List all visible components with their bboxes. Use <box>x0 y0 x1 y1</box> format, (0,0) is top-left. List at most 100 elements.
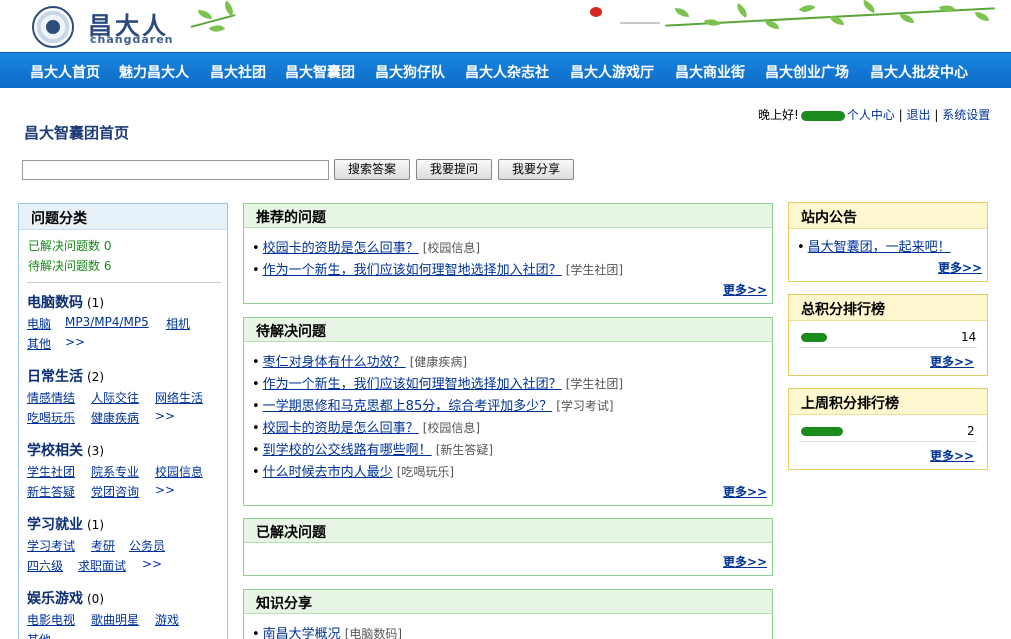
subcategory-link[interactable]: 健康疾病 <box>91 409 139 426</box>
question-link[interactable]: 校园卡的资助是怎么回事？ <box>263 421 419 436</box>
announcement-row: • 昌大智囊团，一起来吧！ <box>797 236 951 255</box>
question-row: • 到学校的公交线路有哪些啊！ [新生答疑] <box>252 439 493 458</box>
category-more-link[interactable]: >> <box>65 335 85 349</box>
nav-think-tank[interactable]: 昌大智囊团 <box>285 62 355 82</box>
subcategory-link[interactable]: 求职面试 <box>78 557 126 574</box>
leaf-decoration <box>675 8 689 17</box>
more-link[interactable]: 更多>> <box>930 447 974 464</box>
subcategory-link[interactable]: 校园信息 <box>155 463 203 480</box>
category-name: 学习就业 <box>27 517 83 533</box>
subcategory-link[interactable]: MP3/MP4/MP5 <box>65 315 149 329</box>
question-link[interactable]: 枣仁对身体有什么功效？ <box>263 355 406 370</box>
profile-link[interactable]: 个人中心 <box>847 108 895 122</box>
question-link[interactable]: 什么时候去市内人最少 <box>263 465 393 480</box>
subcategory-link[interactable]: 新生答疑 <box>27 483 75 500</box>
masked-username <box>801 333 827 342</box>
subcategory-link[interactable]: 党团咨询 <box>91 483 139 500</box>
question-row: • 南昌大学概况 [电脑数码] <box>252 623 402 639</box>
category-name: 学校相关 <box>27 443 83 459</box>
nav-startup-plaza[interactable]: 昌大创业广场 <box>765 62 849 82</box>
category-more-link[interactable]: >> <box>155 483 175 497</box>
solved-count-stat: 已解决问题数 0 <box>28 237 111 254</box>
panel-title: 总积分排行榜 <box>789 295 987 321</box>
question-link[interactable]: 校园卡的资助是怎么回事？ <box>263 241 419 256</box>
pending-questions-panel: 待解决问题 • 枣仁对身体有什么功效？ [健康疾病] • 作为一个新生，我们应该如何理… <box>243 317 773 506</box>
nav-home[interactable]: 昌大人首页 <box>30 62 100 82</box>
category-sidebar: 问题分类 已解决问题数 0 待解决问题数 6 电脑数码 (1) 电脑 MP3/MP… <box>18 203 228 639</box>
category-study-career[interactable]: 学习就业 (1) <box>27 514 104 534</box>
subcategory-link[interactable]: 院系专业 <box>91 463 139 480</box>
category-school[interactable]: 学校相关 (3) <box>27 440 104 460</box>
ask-question-button[interactable]: 我要提问 <box>416 159 492 180</box>
more-link[interactable]: 更多>> <box>723 281 767 298</box>
category-daily-life[interactable]: 日常生活 (2) <box>27 366 104 386</box>
question-tag: [校园信息] <box>422 421 481 435</box>
question-link[interactable]: 到学校的公交线路有哪些啊！ <box>263 443 432 458</box>
nav-magazine[interactable]: 昌大人杂志社 <box>465 62 549 82</box>
question-tag: [学生社团] <box>565 263 624 277</box>
question-tag: [电脑数码] <box>344 627 403 639</box>
subcategory-link[interactable]: 四六级 <box>27 557 63 574</box>
subcategory-link[interactable]: 相机 <box>166 315 190 332</box>
question-link[interactable]: 作为一个新生，我们应该如何理智地选择加入社团？ <box>263 263 562 278</box>
subcategory-link[interactable]: 学生社团 <box>27 463 75 480</box>
subcategory-link[interactable]: 其他 <box>27 631 51 639</box>
panel-title: 知识分享 <box>244 590 772 614</box>
bullet: • <box>252 399 260 414</box>
question-link[interactable]: 作为一个新生，我们应该如何理智地选择加入社团？ <box>263 377 562 392</box>
subcategory-link[interactable]: 吃喝玩乐 <box>27 409 75 426</box>
subcategory-link[interactable]: 其他 <box>27 335 51 352</box>
leaf-decoration <box>198 10 212 19</box>
nav-clubs[interactable]: 昌大社团 <box>210 62 266 82</box>
nav-wholesale-center[interactable]: 昌大人批发中心 <box>870 62 968 82</box>
university-seal-logo[interactable] <box>32 6 74 48</box>
bullet: • <box>252 377 260 392</box>
site-header: 昌大人 changdaren <box>0 0 1011 52</box>
subcategory-link[interactable]: 游戏 <box>155 611 179 628</box>
rank-divider <box>799 347 977 348</box>
nav-business-street[interactable]: 昌大商业街 <box>675 62 745 82</box>
search-input[interactable] <box>22 160 329 180</box>
category-count: (3) <box>87 444 104 458</box>
subcategory-link[interactable]: 电影电视 <box>27 611 75 628</box>
nav-game-hall[interactable]: 昌大人游戏厅 <box>570 62 654 82</box>
subcategory-link[interactable]: 人际交往 <box>91 389 139 406</box>
more-link[interactable]: 更多>> <box>723 483 767 500</box>
subcategory-link[interactable]: 电脑 <box>27 315 51 332</box>
masked-username <box>800 110 845 121</box>
category-digital[interactable]: 电脑数码 (1) <box>27 292 104 312</box>
separator: | <box>930 108 943 122</box>
panel-title: 推荐的问题 <box>244 204 772 228</box>
subcategory-link[interactable]: 情感情结 <box>27 389 75 406</box>
settings-link[interactable]: 系统设置 <box>942 108 990 122</box>
subcategory-link[interactable]: 学习考试 <box>27 537 75 554</box>
bullet: • <box>252 443 260 458</box>
knowledge-link[interactable]: 南昌大学概况 <box>263 627 341 639</box>
masked-username <box>801 427 843 436</box>
category-entertainment[interactable]: 娱乐游戏 (0) <box>27 588 104 608</box>
category-name: 日常生活 <box>27 369 83 385</box>
logout-link[interactable]: 退出 <box>907 108 931 122</box>
more-link[interactable]: 更多>> <box>938 259 982 276</box>
nav-charm[interactable]: 魅力昌大人 <box>119 62 189 82</box>
share-button[interactable]: 我要分享 <box>498 159 574 180</box>
sidebar-divider <box>27 282 221 283</box>
site-logo-subtext: changdaren <box>90 33 174 46</box>
bullet: • <box>252 421 260 436</box>
search-answer-button[interactable]: 搜索答案 <box>334 159 410 180</box>
nav-paparazzi[interactable]: 昌大狗仔队 <box>375 62 445 82</box>
category-count: (2) <box>87 370 104 384</box>
ladybug-decoration <box>590 7 602 17</box>
subcategory-link[interactable]: 考研 <box>91 537 115 554</box>
leaf-decoration <box>860 0 878 14</box>
question-link[interactable]: 一学期思修和马克思都上85分，综合考评加多少？ <box>263 399 553 414</box>
subcategory-link[interactable]: 网络生活 <box>155 389 203 406</box>
category-more-link[interactable]: >> <box>155 409 175 423</box>
more-link[interactable]: 更多>> <box>930 353 974 370</box>
announcement-panel: 站内公告 • 昌大智囊团，一起来吧！ 更多>> <box>788 202 988 282</box>
more-link[interactable]: 更多>> <box>723 553 767 570</box>
announcement-link[interactable]: 昌大智囊团，一起来吧！ <box>808 240 951 255</box>
category-more-link[interactable]: >> <box>142 557 162 571</box>
subcategory-link[interactable]: 公务员 <box>129 537 165 554</box>
subcategory-link[interactable]: 歌曲明星 <box>91 611 139 628</box>
